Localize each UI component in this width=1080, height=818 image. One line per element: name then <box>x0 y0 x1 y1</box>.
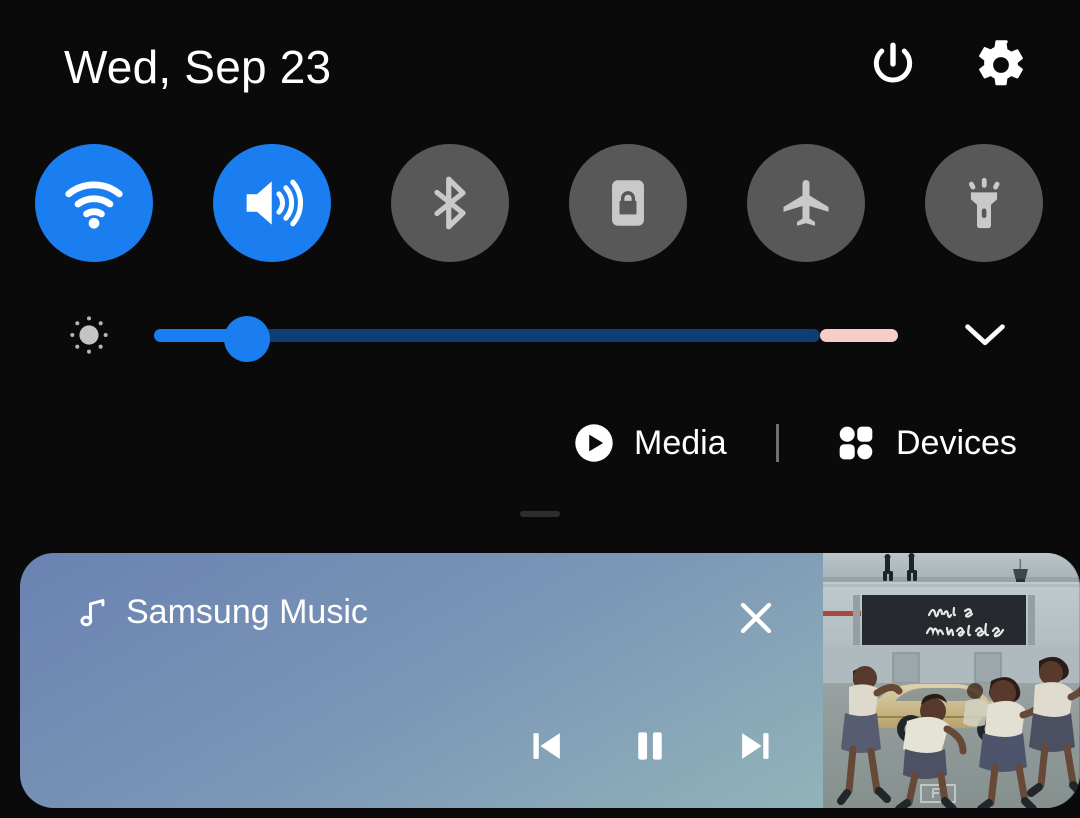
media-next-button[interactable] <box>727 718 783 774</box>
brightness-icon <box>62 308 116 362</box>
tab-devices[interactable]: Devices <box>834 412 1017 474</box>
power-button[interactable] <box>864 36 922 94</box>
toggle-auto-rotate[interactable] <box>569 144 687 262</box>
toggle-bluetooth[interactable] <box>391 144 509 262</box>
skip-next-icon <box>742 733 769 759</box>
tab-divider <box>776 424 779 462</box>
brightness-slider[interactable] <box>154 316 898 362</box>
toggle-wifi[interactable] <box>35 144 153 262</box>
grid-dots-icon <box>839 426 873 460</box>
media-close-button[interactable] <box>733 595 779 641</box>
play-circle-icon <box>575 424 613 462</box>
gear-icon <box>979 40 1023 86</box>
toggle-airplane-mode[interactable] <box>747 144 865 262</box>
slider-track-tail <box>820 329 898 342</box>
pause-icon <box>638 732 662 760</box>
tab-media[interactable]: Media <box>572 412 727 474</box>
skip-previous-icon <box>533 733 560 759</box>
close-icon <box>740 602 772 634</box>
power-icon <box>873 42 913 83</box>
flashlight-icon <box>968 177 1000 229</box>
lock-icon <box>612 180 644 226</box>
toggle-flashlight[interactable] <box>925 144 1043 262</box>
media-app-name: Samsung Music <box>126 593 368 631</box>
tab-devices-label: Devices <box>896 423 1017 462</box>
quick-toggle-row <box>0 144 1080 262</box>
volume-icon <box>246 179 304 227</box>
brightness-row <box>0 296 1080 374</box>
music-note-icon <box>80 598 105 626</box>
bluetooth-icon <box>434 176 466 230</box>
slider-track-remaining <box>240 329 820 342</box>
wifi-icon <box>65 181 123 229</box>
slider-thumb[interactable] <box>224 316 270 362</box>
toggle-sound[interactable] <box>213 144 331 262</box>
date-label: Wed, Sep 23 <box>64 41 332 93</box>
media-playback-controls <box>505 718 795 774</box>
settings-button[interactable] <box>972 36 1030 94</box>
brightness-expand-button[interactable] <box>958 312 1012 358</box>
media-app-row: Samsung Music <box>76 593 368 632</box>
media-play-pause-button[interactable] <box>622 718 678 774</box>
tab-media-label: Media <box>634 423 727 462</box>
media-previous-button[interactable] <box>519 718 575 774</box>
chevron-down-icon <box>965 324 1005 346</box>
album-art[interactable] <box>823 553 1080 808</box>
album-art-image <box>823 553 1080 808</box>
airplane-icon <box>783 180 829 226</box>
quick-settings-header: Wed, Sep 23 <box>0 0 1080 130</box>
media-devices-tab-row: Media Devices <box>0 412 1080 474</box>
panel-drag-handle[interactable] <box>520 511 560 517</box>
